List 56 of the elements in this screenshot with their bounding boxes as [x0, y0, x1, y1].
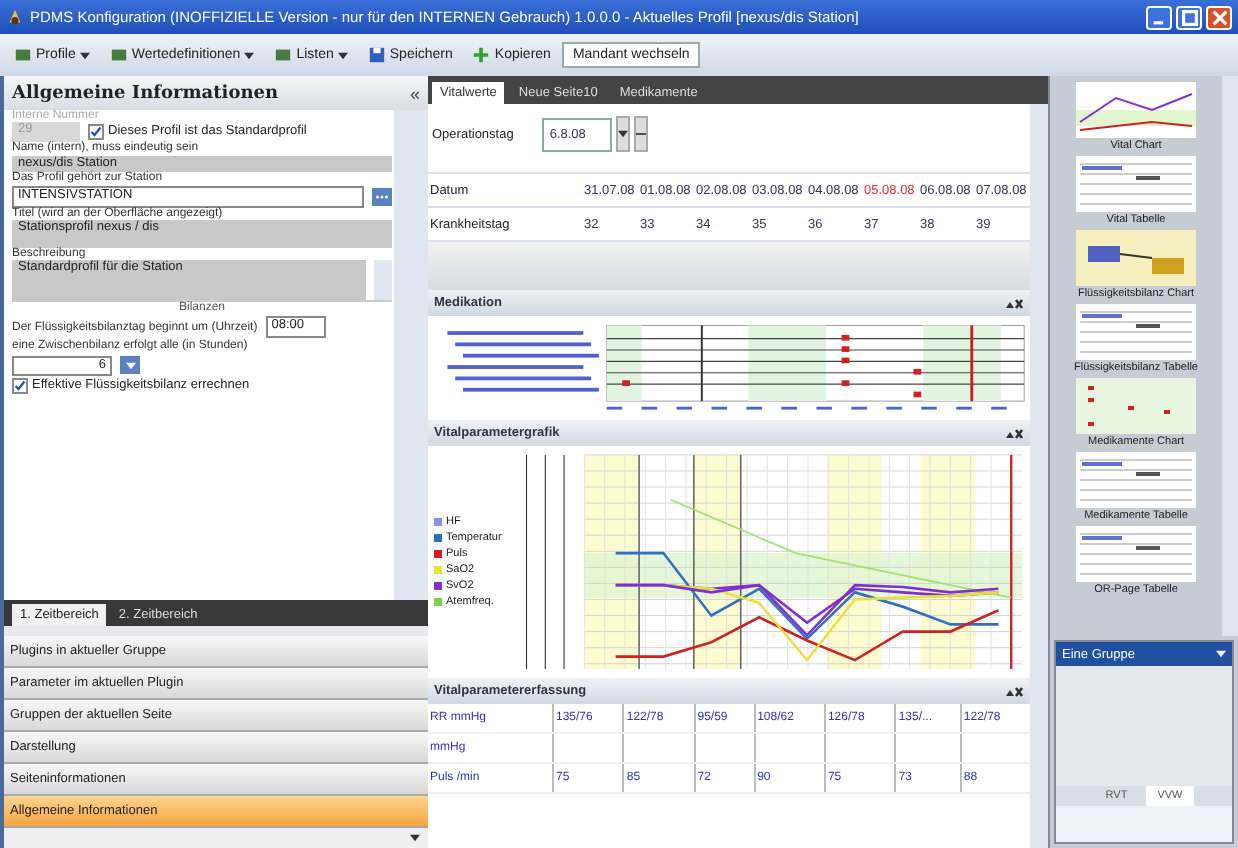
ellipsis-icon — [374, 193, 390, 200]
caret-icon[interactable] — [410, 834, 420, 842]
dose-marker — [913, 368, 922, 375]
template-thumbnail[interactable] — [1074, 378, 1198, 434]
scrollbar[interactable] — [374, 260, 392, 301]
folder-icon — [109, 46, 128, 64]
caret-icon — [125, 361, 135, 370]
caret-icon — [244, 51, 255, 59]
drug-label-line — [462, 353, 599, 358]
maximize-button[interactable] — [1176, 5, 1202, 29]
time-band — [748, 325, 827, 402]
plus-icon — [472, 46, 491, 64]
dropdown-button[interactable] — [615, 116, 630, 152]
browse-button[interactable] — [372, 187, 392, 206]
close-icon — [1211, 9, 1227, 25]
template-thumbnail[interactable] — [1074, 230, 1198, 286]
drug-label-line — [455, 342, 592, 347]
drug-label-line — [447, 331, 584, 335]
folder-icon — [14, 46, 32, 64]
scrollbar[interactable] — [1222, 76, 1238, 636]
now-line — [970, 325, 974, 402]
scrollbar[interactable] — [1030, 104, 1048, 848]
caret-icon — [1216, 650, 1226, 658]
template-thumbnail[interactable] — [1074, 304, 1198, 360]
panel-title: Allgemeine Informationen — [12, 83, 279, 103]
dose-marker — [622, 380, 630, 386]
time-band — [923, 325, 1001, 402]
maximize-icon — [1181, 9, 1197, 25]
drug-label-line — [447, 365, 584, 369]
drug-label-line — [462, 387, 599, 392]
dose-marker — [841, 334, 850, 341]
folder-icon — [274, 46, 293, 64]
day-line — [700, 324, 703, 403]
close-icon[interactable] — [1004, 297, 1024, 309]
dose-marker — [841, 380, 850, 386]
template-thumbnail[interactable] — [1074, 156, 1198, 212]
dose-marker — [913, 391, 922, 398]
close-icon[interactable] — [1004, 685, 1024, 697]
caret-icon — [79, 51, 90, 59]
template-thumbnail[interactable] — [1074, 452, 1198, 508]
dose-marker — [841, 346, 850, 352]
minus-icon — [635, 130, 646, 138]
close-button[interactable] — [1206, 5, 1232, 29]
minus-button[interactable] — [633, 116, 648, 152]
minimize-button[interactable] — [1146, 5, 1172, 29]
caret-icon — [337, 51, 348, 59]
app-icon — [6, 8, 24, 26]
template-thumbnail[interactable] — [1074, 526, 1198, 582]
drug-label-line — [455, 376, 592, 381]
caret-icon — [617, 130, 628, 138]
template-thumbnail[interactable] — [1074, 82, 1198, 138]
close-icon[interactable] — [1004, 427, 1024, 439]
dose-marker — [841, 357, 850, 364]
collapse-button[interactable]: « — [409, 83, 420, 103]
check-icon — [90, 126, 102, 139]
check-icon — [14, 380, 26, 393]
